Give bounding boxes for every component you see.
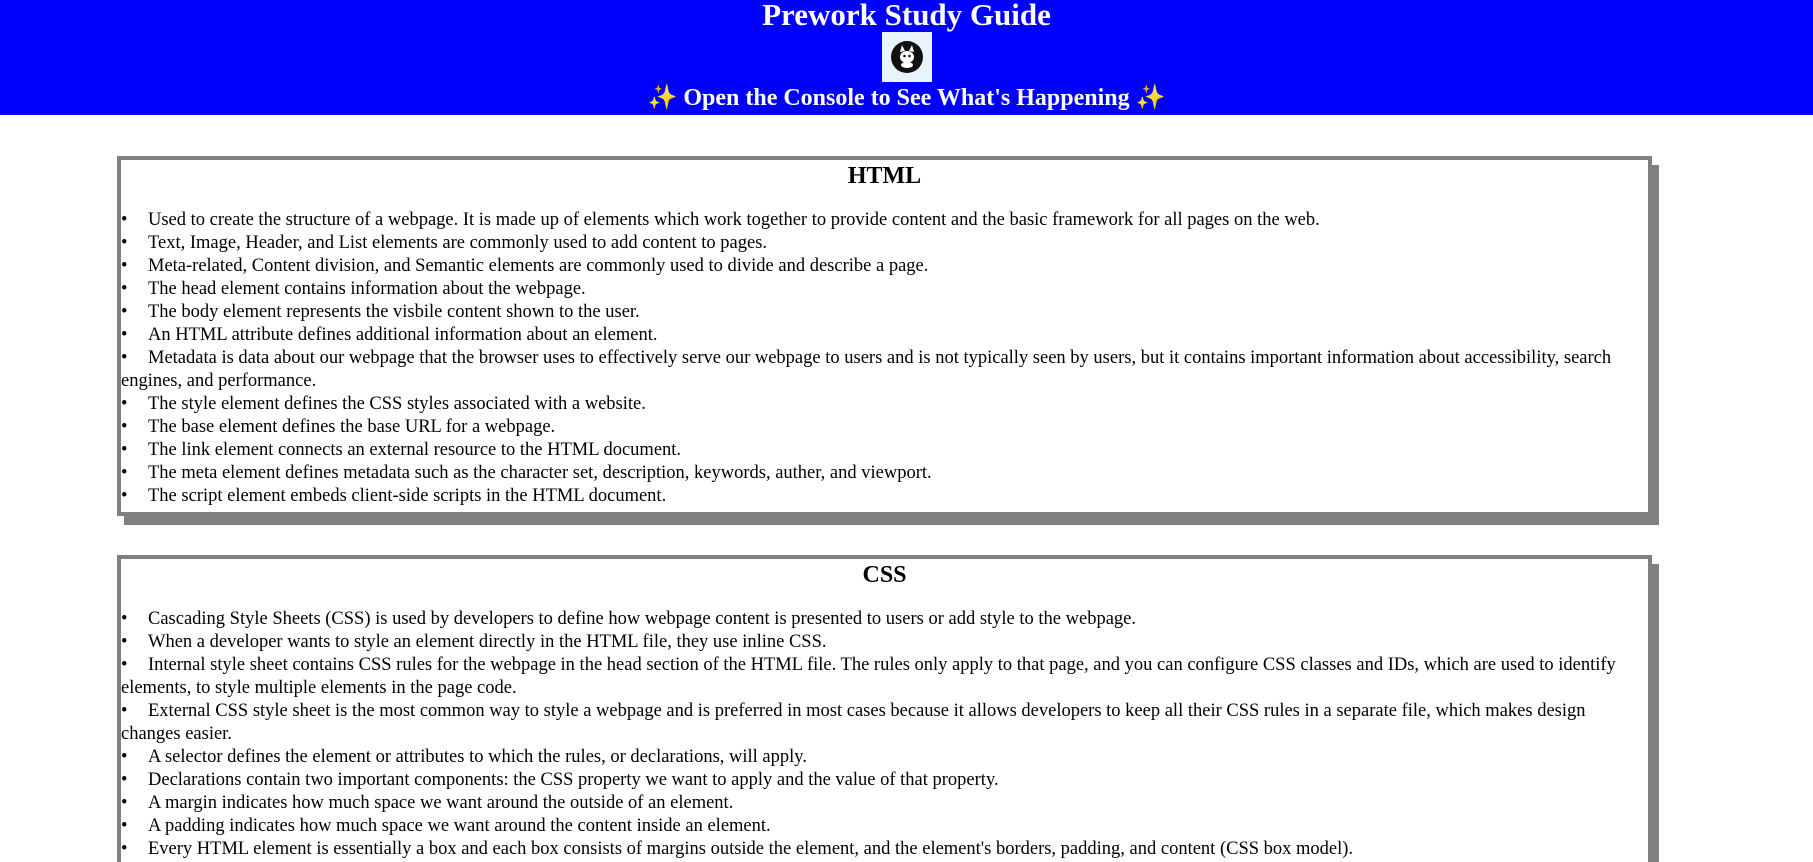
bullet-icon: •	[121, 417, 128, 437]
css-section: CSS • Cascading Style Sheets (CSS) is use…	[117, 555, 1652, 862]
bullet-icon: •	[121, 793, 128, 813]
bullet-icon: •	[121, 394, 128, 414]
list-item: • Internal style sheet contains CSS rules…	[121, 655, 1616, 698]
css-list: • Cascading Style Sheets (CSS) is used by…	[121, 608, 1648, 861]
list-item: • Metadata is data about our webpage that…	[121, 348, 1612, 391]
bullet-icon: •	[121, 210, 128, 230]
list-item: • Used to create the structure of a webpa…	[121, 210, 1320, 230]
list-item: • A margin indicates how much space we wa…	[121, 793, 734, 813]
section-heading: CSS	[862, 562, 907, 588]
section-heading: HTML	[847, 163, 922, 189]
html-section: HTML • Used to create the structure of a …	[117, 156, 1652, 516]
list-item: • The body element represents the visbile…	[121, 302, 640, 322]
bullet-icon: •	[121, 770, 128, 790]
list-item: • The meta element defines metadata such …	[121, 463, 932, 483]
list-item: • Declarations contain two important comp…	[121, 770, 999, 790]
bullet-icon: •	[121, 348, 128, 368]
list-item: • Every HTML element is essentially a box…	[121, 839, 1354, 859]
sparkles-icon: ✨	[1135, 85, 1166, 111]
bullet-icon: •	[121, 632, 128, 652]
bullet-icon: •	[121, 839, 128, 859]
list-item: • Cascading Style Sheets (CSS) is used by…	[121, 609, 1136, 629]
list-item: • Text, Image, Header, and List elements …	[121, 233, 768, 253]
bullet-icon: •	[121, 279, 128, 299]
list-item: • Meta-related, Content division, and Sem…	[121, 256, 929, 276]
bullet-icon: •	[121, 256, 128, 276]
bullet-icon: •	[121, 302, 128, 322]
cat-logo-icon	[881, 32, 932, 82]
bullet-icon: •	[121, 325, 128, 345]
bullet-icon: •	[121, 233, 128, 253]
list-item: • A padding indicates how much space we w…	[121, 816, 771, 836]
page-subtitle: ✨ Open the Console to See What's Happeni…	[0, 82, 1813, 114]
list-item: • The script element embeds client-side s…	[121, 486, 667, 506]
subtitle-text: Open the Console to See What's Happening	[683, 85, 1130, 111]
list-item: • An HTML attribute defines additional in…	[121, 325, 658, 345]
list-item: • When a developer wants to style an elem…	[121, 632, 827, 652]
bullet-icon: •	[121, 701, 128, 721]
list-item: • A selector defines the element or attri…	[121, 747, 807, 767]
bullet-icon: •	[121, 655, 128, 675]
bullet-icon: •	[121, 486, 128, 506]
bullet-icon: •	[121, 747, 128, 767]
list-item: • External CSS style sheet is the most co…	[121, 701, 1586, 744]
bullet-icon: •	[121, 440, 128, 460]
list-item: • The base element defines the base URL f…	[121, 417, 556, 437]
bullet-icon: •	[121, 609, 128, 629]
list-item: • The link element connects an external r…	[121, 440, 682, 460]
list-item: • The head element contains information a…	[121, 279, 586, 299]
bullet-icon: •	[121, 816, 128, 836]
page-title: Prework Study Guide	[762, 0, 1051, 32]
sparkles-icon: ✨	[647, 85, 678, 111]
list-item: • The style element defines the CSS style…	[121, 394, 646, 414]
page-header: Prework Study Guide ✨ Open the Console t…	[0, 0, 1813, 115]
html-list: • Used to create the structure of a webpa…	[121, 209, 1648, 508]
bullet-icon: •	[121, 463, 128, 483]
